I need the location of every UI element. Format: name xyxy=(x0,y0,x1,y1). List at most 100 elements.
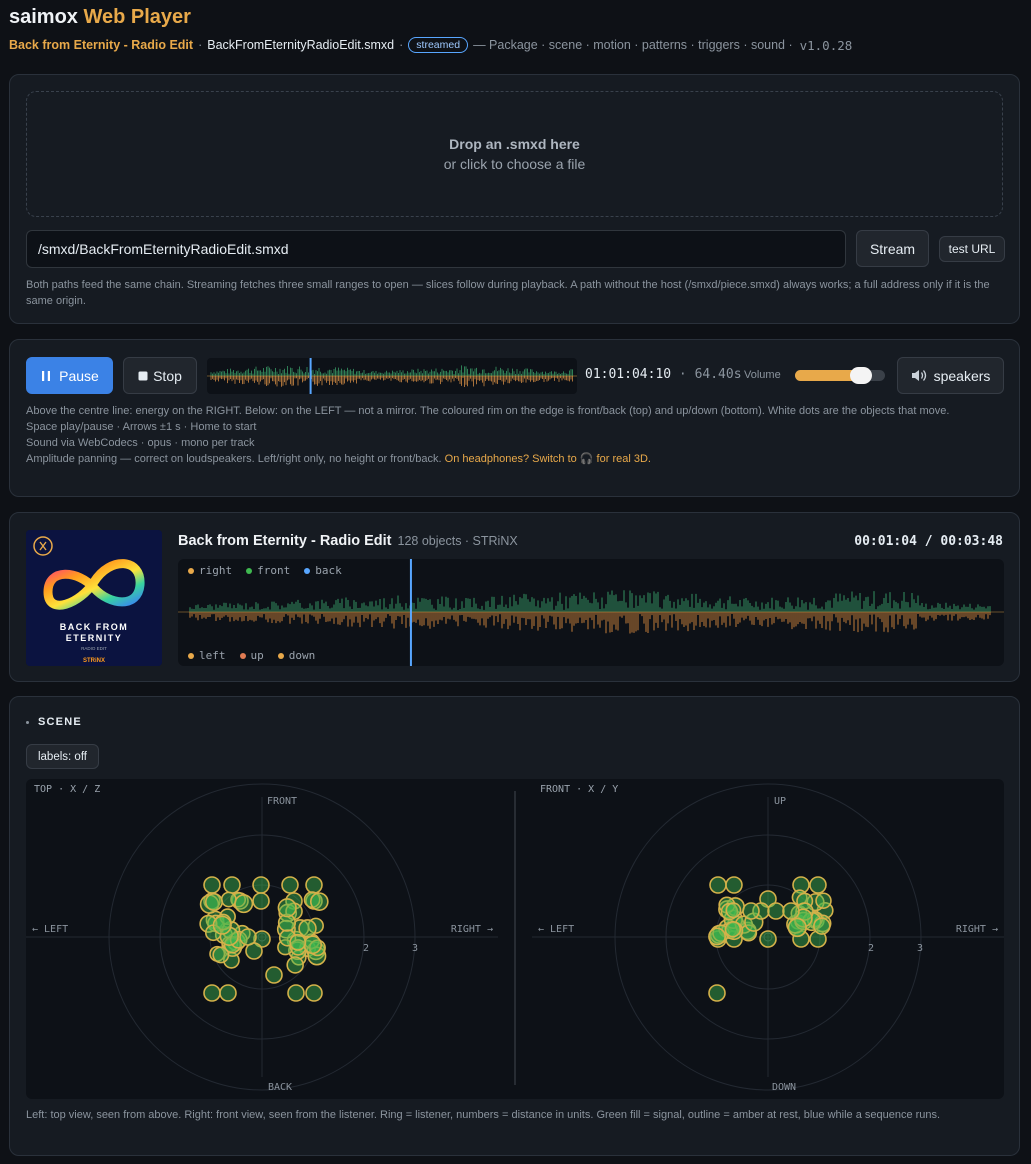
sound-object[interactable] xyxy=(809,876,827,894)
pause-icon xyxy=(42,370,51,381)
package-info-line: Back from Eternity - Radio Edit · BackFr… xyxy=(9,37,1022,53)
cover-brand: STRiNX xyxy=(83,658,105,664)
front-view-objects xyxy=(708,876,834,1002)
sound-object[interactable] xyxy=(220,891,237,908)
sound-object[interactable] xyxy=(787,917,807,938)
volume-slider[interactable] xyxy=(795,367,885,384)
sound-object[interactable] xyxy=(219,984,237,1002)
sound-object[interactable] xyxy=(725,902,742,919)
volume-label: Volume xyxy=(744,369,781,381)
mini-waveform[interactable] xyxy=(207,358,577,394)
separator: · xyxy=(198,38,203,52)
dash: — xyxy=(473,38,486,52)
sound-object[interactable] xyxy=(234,894,254,914)
front-view-left-label: ← LEFT xyxy=(538,924,574,935)
spatial-waveform[interactable]: right front back left up down xyxy=(178,559,1004,666)
sound-object[interactable] xyxy=(759,930,777,948)
top-view-tick: 3 xyxy=(412,943,418,954)
cover-title-line: ETERNITY xyxy=(66,633,123,643)
sound-object[interactable] xyxy=(252,892,270,910)
volume-thumb[interactable] xyxy=(849,367,872,384)
version-label: v1.0.28 xyxy=(799,37,853,53)
legend-item-right: right xyxy=(188,564,232,577)
cover-subtitle: RADIO EDIT xyxy=(81,646,107,651)
legend-item-left: left xyxy=(188,649,226,662)
cover-title-line: BACK FROM xyxy=(60,622,129,632)
sound-object[interactable] xyxy=(815,892,832,909)
sound-object[interactable] xyxy=(203,876,221,894)
sound-object[interactable] xyxy=(287,984,305,1002)
sound-object[interactable] xyxy=(281,876,299,894)
separator: · xyxy=(399,38,404,52)
top-view-back-label: BACK xyxy=(268,1082,292,1093)
drop-zone-subtitle: or click to choose a file xyxy=(443,156,586,172)
sound-object[interactable] xyxy=(303,935,323,955)
app-header: saimox Web Player Back from Eternity - R… xyxy=(9,4,1022,53)
transport-note: Above the centre line: energy on the RIG… xyxy=(26,405,950,417)
sound-object[interactable] xyxy=(286,956,304,974)
sound-object[interactable] xyxy=(782,902,800,920)
timecode: 01:01:04:10 xyxy=(585,367,672,382)
loaded-file-name: BackFromEternityRadioEdit.smxd xyxy=(207,38,395,52)
sound-object[interactable] xyxy=(708,927,726,946)
legend-item-front: front xyxy=(246,564,290,577)
pause-button[interactable]: Pause xyxy=(26,357,113,394)
sound-object[interactable] xyxy=(298,919,317,938)
track-time: 00:01:04 / 00:03:48 xyxy=(854,534,1003,549)
headphones-hint: On headphones? Switch to 🎧 for real 3D. xyxy=(444,453,651,465)
sound-object[interactable] xyxy=(305,984,323,1002)
front-view-title: FRONT · X / Y xyxy=(540,784,618,795)
sound-object[interactable] xyxy=(277,898,297,918)
transport-notes: Above the centre line: energy on the RIG… xyxy=(26,403,1001,467)
sound-object[interactable] xyxy=(203,984,221,1002)
sound-object[interactable] xyxy=(289,933,307,951)
scene-views: TOP · X / Z FRONT BACK ← LEFT RIGHT → 2 … xyxy=(26,779,1004,1099)
mini-waveform-graph xyxy=(207,358,577,394)
sound-object[interactable] xyxy=(305,876,323,894)
stop-button[interactable]: Stop xyxy=(123,357,197,394)
scene-note: Left: top view, seen from above. Right: … xyxy=(26,1109,941,1121)
sound-object[interactable] xyxy=(709,876,727,894)
front-view-right-label: RIGHT → xyxy=(956,924,998,935)
app-title: saimox Web Player xyxy=(9,4,1022,30)
transport-note: Sound via WebCodecs · opus · mono per tr… xyxy=(26,437,255,449)
separator: · xyxy=(678,367,687,382)
sound-object[interactable] xyxy=(724,920,742,938)
sound-object[interactable] xyxy=(708,984,726,1002)
path-input[interactable] xyxy=(26,230,846,268)
sound-object[interactable] xyxy=(212,915,232,935)
panning-note: Amplitude panning — correct on loudspeak… xyxy=(26,451,1001,467)
sound-object[interactable] xyxy=(742,902,760,920)
sound-object[interactable] xyxy=(252,876,270,894)
album-cover-art: BACK FROM ETERNITY RADIO EDIT STRiNX xyxy=(26,530,162,666)
panning-note-text: Amplitude panning — correct on loudspeak… xyxy=(26,453,442,465)
track-title: Back from Eternity - Radio Edit xyxy=(178,533,392,549)
scene-graph[interactable]: TOP · X / Z FRONT BACK ← LEFT RIGHT → 2 … xyxy=(26,779,1004,1099)
loader-panel: Drop an .smxd here or click to choose a … xyxy=(9,74,1020,324)
speakers-toggle-button[interactable]: speakers xyxy=(897,357,1004,394)
front-view-down-label: DOWN xyxy=(772,1082,796,1093)
drop-zone-title: Drop an .smxd here xyxy=(449,136,580,152)
streamed-badge: streamed xyxy=(408,37,469,53)
file-drop-zone[interactable]: Drop an .smxd here or click to choose a … xyxy=(26,91,1003,217)
top-view-objects xyxy=(199,876,329,1002)
sound-object[interactable] xyxy=(239,928,257,946)
sound-object[interactable] xyxy=(725,876,743,894)
sound-object[interactable] xyxy=(309,892,329,911)
labels-toggle-button[interactable]: labels: off xyxy=(26,744,99,769)
transport-panel: Pause Stop 01:01:04:10 · 64.40s Volume s… xyxy=(9,339,1020,497)
app-title-accent: Web Player xyxy=(83,6,191,28)
sound-object[interactable] xyxy=(204,893,223,912)
sound-object[interactable] xyxy=(223,876,241,894)
stream-button[interactable]: Stream xyxy=(856,230,929,267)
front-view-tick: 2 xyxy=(868,943,874,954)
sound-object[interactable] xyxy=(767,902,785,920)
feature-list: Package · scene · motion · patterns · tr… xyxy=(489,38,793,52)
legend-item-up: up xyxy=(239,649,264,662)
sound-object[interactable] xyxy=(265,966,283,984)
top-view-tick: 2 xyxy=(363,943,369,954)
scene-title: SCENE xyxy=(26,716,82,728)
sound-object[interactable] xyxy=(813,917,831,935)
test-url-button[interactable]: test URL xyxy=(939,236,1005,262)
stop-label: Stop xyxy=(153,367,182,384)
